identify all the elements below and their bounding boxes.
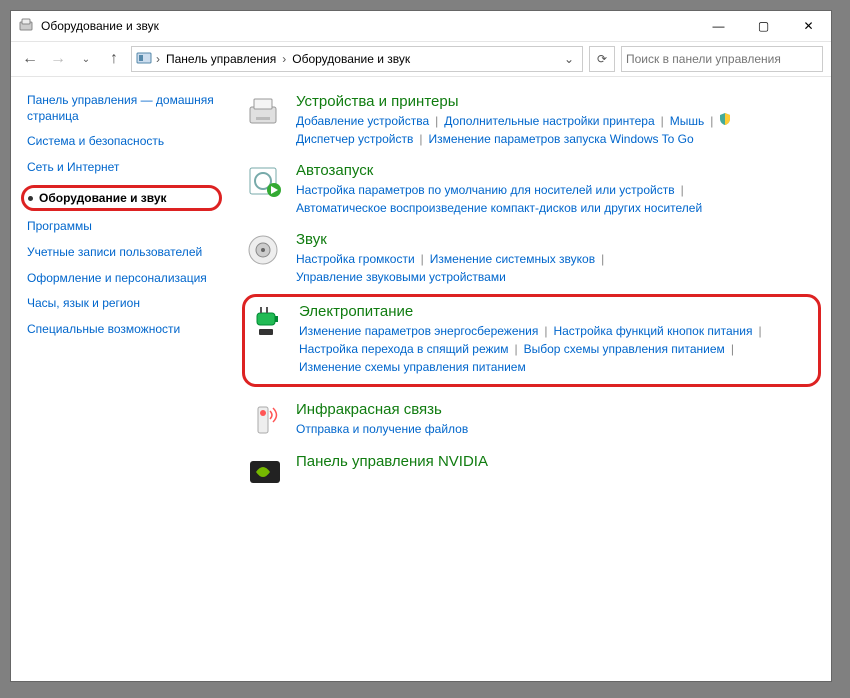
breadcrumb-root-icon (136, 50, 152, 69)
sidebar-item-programs[interactable]: Программы (27, 219, 222, 235)
category-title[interactable]: Звук (296, 231, 813, 248)
search-input[interactable] (622, 52, 822, 66)
chevron-right-icon: › (156, 52, 160, 66)
link-default-media[interactable]: Настройка параметров по умолчанию для но… (296, 181, 675, 199)
up-button[interactable]: ↑ (103, 48, 125, 70)
category-links: Изменение параметров энергосбережения| Н… (299, 322, 810, 376)
history-dropdown[interactable]: ⌄ (75, 48, 97, 70)
category-power: Электропитание Изменение параметров энер… (249, 303, 810, 376)
maximize-button[interactable]: ▢ (741, 11, 786, 41)
chevron-right-icon: › (282, 52, 286, 66)
breadcrumb-dropdown-icon[interactable]: ⌄ (560, 52, 578, 66)
sidebar-item-accounts[interactable]: Учетные записи пользователей (27, 245, 222, 261)
control-panel-window: Оборудование и звук — ▢ ✕ ← → ⌄ ↑ › Пане… (10, 10, 832, 682)
infrared-icon (246, 401, 284, 439)
category-autoplay: Автозапуск Настройка параметров по умолч… (246, 162, 813, 217)
sidebar-item-label: Оборудование и звук (39, 191, 167, 205)
category-links: Добавление устройства| Дополнительные на… (296, 112, 813, 148)
category-title[interactable]: Электропитание (299, 303, 810, 320)
link-auto-play-cd[interactable]: Автоматическое воспроизведение компакт-д… (296, 199, 702, 217)
category-links: Отправка и получение файлов (296, 420, 813, 438)
link-audio-devices[interactable]: Управление звуковыми устройствами (296, 268, 506, 286)
link-choose-plan[interactable]: Выбор схемы управления питанием (524, 340, 725, 358)
window-title: Оборудование и звук (41, 19, 696, 33)
sidebar-item-hardware-selected[interactable]: Оборудование и звук (21, 185, 222, 211)
refresh-button[interactable]: ⟳ (589, 46, 615, 72)
power-icon (249, 303, 287, 341)
sidebar-item-security[interactable]: Система и безопасность (27, 134, 222, 150)
sidebar-home[interactable]: Панель управления — домашняя страница (27, 93, 222, 124)
link-power-saving[interactable]: Изменение параметров энергосбережения (299, 322, 538, 340)
category-sound: Звук Настройка громкости| Изменение сист… (246, 231, 813, 286)
category-links: Настройка громкости| Изменение системных… (296, 250, 813, 286)
minimize-button[interactable]: — (696, 11, 741, 41)
autoplay-icon (246, 162, 284, 200)
devices-icon (246, 93, 284, 131)
category-title[interactable]: Устройства и принтеры (296, 93, 813, 110)
sidebar-item-network[interactable]: Сеть и Интернет (27, 160, 222, 176)
content-area: Панель управления — домашняя страница Си… (11, 77, 831, 681)
breadcrumb[interactable]: › Панель управления › Оборудование и зву… (131, 46, 583, 72)
link-sleep-settings[interactable]: Настройка перехода в спящий режим (299, 340, 508, 358)
nvidia-icon (246, 453, 284, 491)
sound-icon (246, 231, 284, 269)
window-buttons: — ▢ ✕ (696, 11, 831, 41)
link-power-buttons[interactable]: Настройка функций кнопок питания (553, 322, 752, 340)
highlight-power: Электропитание Изменение параметров энер… (242, 294, 821, 387)
link-ir-send-receive[interactable]: Отправка и получение файлов (296, 420, 468, 438)
navbar: ← → ⌄ ↑ › Панель управления › Оборудован… (11, 42, 831, 77)
back-button[interactable]: ← (19, 48, 41, 70)
main-panel: Устройства и принтеры Добавление устройс… (228, 77, 831, 681)
link-printer-settings[interactable]: Дополнительные настройки принтера (444, 112, 654, 130)
category-title[interactable]: Автозапуск (296, 162, 813, 179)
sidebar-item-appearance[interactable]: Оформление и персонализация (27, 271, 222, 287)
breadcrumb-item-root[interactable]: Панель управления (164, 52, 278, 66)
category-nvidia: Панель управления NVIDIA (246, 453, 813, 491)
shield-icon (719, 112, 731, 130)
link-system-sounds[interactable]: Изменение системных звуков (430, 250, 595, 268)
category-title[interactable]: Инфракрасная связь (296, 401, 813, 418)
forward-button[interactable]: → (47, 48, 69, 70)
category-title[interactable]: Панель управления NVIDIA (296, 453, 813, 470)
title-icon (19, 17, 35, 36)
sidebar: Панель управления — домашняя страница Си… (11, 77, 228, 681)
category-devices: Устройства и принтеры Добавление устройс… (246, 93, 813, 148)
link-volume[interactable]: Настройка громкости (296, 250, 415, 268)
breadcrumb-item-current[interactable]: Оборудование и звук (290, 52, 412, 66)
close-button[interactable]: ✕ (786, 11, 831, 41)
link-device-manager[interactable]: Диспетчер устройств (296, 130, 413, 148)
link-add-device[interactable]: Добавление устройства (296, 112, 429, 130)
category-links: Настройка параметров по умолчанию для но… (296, 181, 813, 217)
link-edit-plan[interactable]: Изменение схемы управления питанием (299, 358, 526, 376)
sidebar-item-accessibility[interactable]: Специальные возможности (27, 322, 222, 338)
bullet-icon (28, 196, 33, 201)
link-windows-to-go[interactable]: Изменение параметров запуска Windows To … (428, 130, 693, 148)
category-infrared: Инфракрасная связь Отправка и получение … (246, 401, 813, 439)
sidebar-item-clock[interactable]: Часы, язык и регион (27, 296, 222, 312)
search-box[interactable] (621, 46, 823, 72)
link-mouse[interactable]: Мышь (670, 112, 705, 130)
titlebar: Оборудование и звук — ▢ ✕ (11, 11, 831, 42)
